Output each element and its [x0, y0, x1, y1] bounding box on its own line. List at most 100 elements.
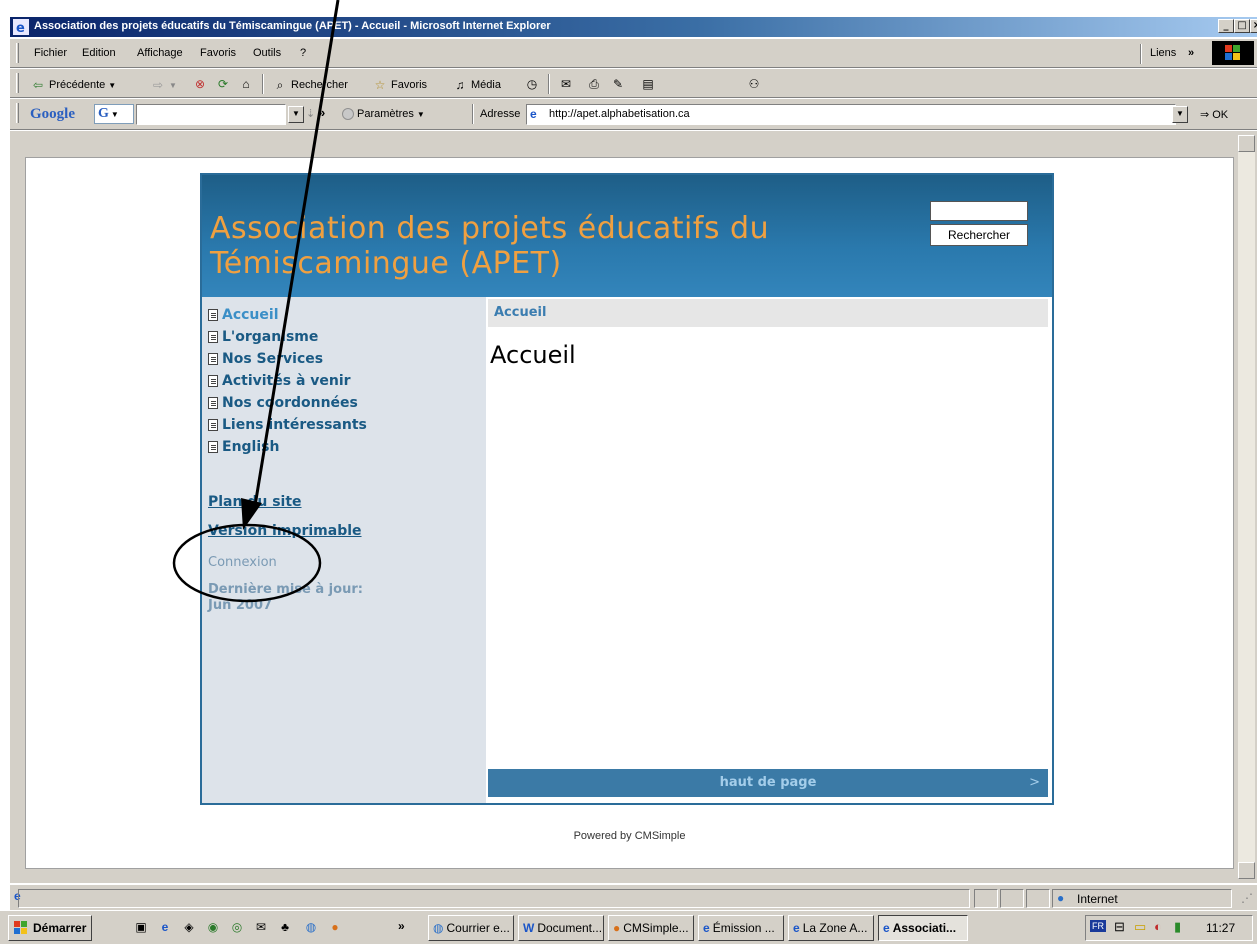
resize-grip-icon[interactable]: ⋰ — [1241, 891, 1253, 905]
nav-label: Accueil — [222, 307, 279, 323]
network-icon[interactable]: ⊟ — [1114, 919, 1125, 935]
google-search-input[interactable] — [136, 104, 286, 125]
toolbar-grip[interactable] — [16, 43, 19, 63]
main-content: Accueil Accueil haut de page > — [486, 297, 1052, 803]
nav-item-activites[interactable]: Activités à venir — [208, 373, 351, 389]
nav-item-services[interactable]: Nos Services — [208, 351, 323, 367]
task-button-cmsimple[interactable]: ● CMSimple... — [608, 915, 694, 941]
status-zone-panel[interactable]: ● Internet — [1052, 889, 1232, 908]
scroll-down-button[interactable] — [1238, 862, 1255, 879]
quicklaunch-media-icon[interactable]: ◉ — [204, 918, 222, 936]
page-heading: Accueil — [490, 341, 576, 369]
nav-item-accueil[interactable]: Accueil — [208, 307, 279, 323]
task-button-lazone[interactable]: e La Zone A... — [788, 915, 874, 941]
messenger-icon[interactable]: ⚇ — [746, 76, 762, 92]
firefox-icon: ● — [613, 921, 621, 935]
antivirus-icon[interactable]: ◐ — [1154, 919, 1162, 934]
quicklaunch-desktop-icon[interactable]: ▣ — [132, 918, 150, 936]
window-title-bar[interactable]: e Association des projets éducatifs du T… — [10, 17, 1257, 37]
quicklaunch-app-icon[interactable]: ♣ — [276, 918, 294, 936]
forward-arrow-icon: ⇨ — [152, 78, 164, 92]
task-button-courrier[interactable]: ◍ Courrier e... — [428, 915, 514, 941]
edit-icon[interactable]: ✎ — [610, 76, 626, 92]
separator — [1140, 44, 1142, 64]
google-search-dropdown[interactable]: ▼ — [288, 106, 304, 123]
back-button[interactable]: ⇦ Précédente ▼ — [30, 77, 116, 93]
site-search-button[interactable]: Rechercher — [930, 224, 1028, 246]
google-g-button[interactable]: G ▼ — [94, 104, 134, 124]
go-label: OK — [1212, 108, 1229, 121]
volume-icon[interactable]: ▮ — [1174, 919, 1181, 935]
address-value: http://apet.alphabetisation.ca — [549, 108, 690, 120]
address-dropdown[interactable]: ▼ — [1172, 106, 1188, 123]
menu-fichier[interactable]: Fichier — [34, 47, 67, 59]
nav-item-liens[interactable]: Liens intéressants — [208, 417, 367, 433]
links-label[interactable]: Liens — [1150, 47, 1176, 59]
vertical-scrollbar[interactable] — [1238, 135, 1255, 879]
top-of-page-link[interactable]: haut de page — [488, 769, 1048, 797]
maximize-button[interactable]: □ — [1234, 19, 1250, 33]
print-icon[interactable]: ⎙ — [586, 76, 602, 92]
internet-explorer-icon: e — [13, 19, 29, 35]
history-icon[interactable]: ◷ — [524, 76, 540, 92]
toolbar-grip[interactable] — [16, 103, 19, 123]
login-link[interactable]: Connexion — [208, 555, 277, 570]
top-of-page-arrow[interactable]: > — [1029, 769, 1040, 797]
site-search-input[interactable] — [930, 201, 1028, 221]
google-toolbar: Google G ▼ ▼ ⇣ » Paramètres ▼ Adresse e … — [10, 98, 1257, 130]
clock[interactable]: 11:27 — [1206, 921, 1235, 935]
settings-button[interactable]: Paramètres ▼ — [342, 108, 425, 120]
menu-edition[interactable]: Edition — [82, 47, 116, 59]
language-indicator[interactable]: FR — [1090, 920, 1106, 932]
search-button[interactable]: ⌕ Rechercher — [272, 77, 348, 93]
favorites-label: Favoris — [391, 79, 428, 91]
menu-favoris[interactable]: Favoris — [200, 47, 236, 59]
address-field[interactable]: e http://apet.alphabetisation.ca — [526, 104, 1176, 125]
print-version-link[interactable]: Version imprimable — [208, 523, 362, 539]
search-icon: ⌕ — [276, 78, 284, 92]
close-button[interactable]: × — [1250, 19, 1257, 33]
mail-icon[interactable]: ✉ — [558, 76, 574, 92]
notes-icon[interactable]: ▭ — [1134, 919, 1146, 935]
nav-label: L'organisme — [222, 329, 319, 345]
task-button-association[interactable]: e Associati... — [878, 915, 968, 941]
task-label: Associati... — [892, 921, 957, 935]
task-button-document[interactable]: W Document... — [518, 915, 604, 941]
quicklaunch-chevron[interactable]: » — [398, 919, 405, 933]
menu-help[interactable]: ? — [300, 47, 306, 59]
task-button-emission[interactable]: e Émission ... — [698, 915, 784, 941]
forward-button[interactable]: ⇨ ▼ — [150, 77, 177, 93]
favorites-button[interactable]: ☆ Favoris — [372, 77, 427, 93]
sitemap-link[interactable]: Plan du site — [208, 494, 302, 510]
page-icon — [208, 375, 218, 387]
word-icon: W — [523, 921, 535, 935]
quicklaunch-firefox-icon[interactable]: ● — [326, 918, 344, 936]
go-button[interactable]: ⇒ OK — [1200, 108, 1229, 122]
refresh-icon[interactable]: ⟳ — [215, 76, 231, 92]
page-icon — [208, 309, 218, 321]
quicklaunch-network-icon[interactable]: ◈ — [180, 918, 198, 936]
quicklaunch-ie-icon[interactable]: e — [156, 918, 174, 936]
links-chevron[interactable]: » — [1188, 47, 1194, 59]
scroll-up-button[interactable] — [1238, 135, 1255, 152]
nav-item-organisme[interactable]: L'organisme — [208, 329, 318, 345]
menu-affichage[interactable]: Affichage — [137, 47, 183, 59]
nav-item-english[interactable]: English — [208, 439, 279, 455]
google-search-icon[interactable]: ⇣ — [306, 107, 315, 120]
discuss-icon[interactable]: ▤ — [640, 76, 656, 92]
minimize-button[interactable]: _ — [1218, 19, 1234, 33]
standard-toolbar: ⇦ Précédente ▼ ⇨ ▼ ⊗ ⟳ ⌂ ⌕ Rechercher ☆ … — [10, 68, 1257, 98]
toolbar-grip[interactable] — [16, 73, 19, 93]
media-button[interactable]: ♫ Média — [452, 77, 501, 93]
nav-item-coordonnees[interactable]: Nos coordonnées — [208, 395, 358, 411]
stop-icon[interactable]: ⊗ — [192, 76, 208, 92]
home-icon[interactable]: ⌂ — [238, 76, 254, 92]
google-logo[interactable]: Google — [30, 106, 75, 123]
google-more-chevron[interactable]: » — [318, 105, 325, 120]
quicklaunch-browser-icon[interactable]: ◍ — [302, 918, 320, 936]
back-label: Précédente — [49, 79, 106, 91]
quicklaunch-mail-icon[interactable]: ✉ — [252, 918, 270, 936]
start-button[interactable]: Démarrer — [8, 915, 92, 941]
menu-outils[interactable]: Outils — [253, 47, 281, 59]
quicklaunch-player-icon[interactable]: ◎ — [228, 918, 246, 936]
